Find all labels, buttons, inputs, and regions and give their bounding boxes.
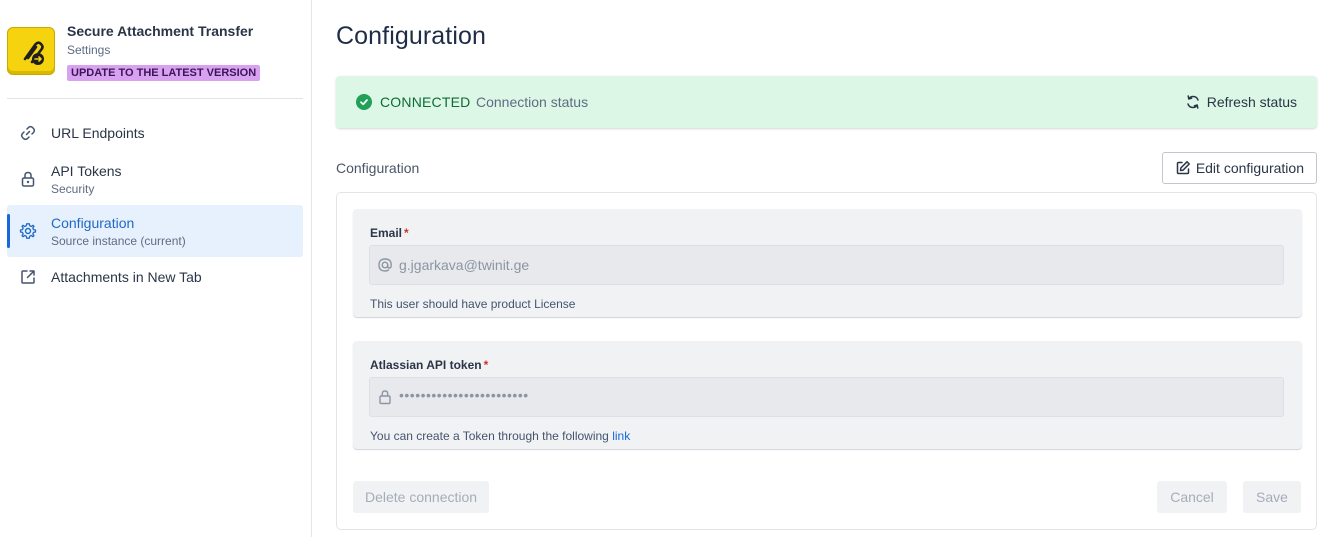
sidebar: Secure Attachment Transfer Settings UPDA…: [0, 0, 312, 537]
edit-configuration-label: Edit configuration: [1195, 160, 1304, 176]
email-field-block: Email * g.jgarkava@twinit.ge This user sh…: [353, 209, 1302, 317]
sidebar-item-label: API Tokens: [51, 163, 122, 179]
connection-status-banner: CONNECTED Connection status Refresh stat…: [336, 76, 1317, 128]
refresh-status-label: Refresh status: [1206, 94, 1297, 110]
attachment-transfer-icon: [7, 27, 55, 75]
token-field-block: Atlassian API token * •••••••••••••••••••…: [353, 341, 1302, 449]
save-button[interactable]: Save: [1243, 481, 1301, 513]
sidebar-item-api-tokens[interactable]: API Tokens Security: [7, 157, 303, 201]
configuration-card: Email * g.jgarkava@twinit.ge This user sh…: [336, 192, 1317, 530]
update-badge[interactable]: UPDATE TO THE LATEST VERSION: [67, 65, 261, 81]
sidebar-item-sublabel: Security: [51, 182, 95, 196]
link-icon: [20, 125, 36, 141]
app-title: Secure Attachment Transfer: [67, 23, 254, 39]
gear-icon: [19, 223, 37, 239]
sidebar-item-sublabel: Source instance (current): [51, 234, 186, 248]
edit-configuration-button[interactable]: Edit configuration: [1161, 152, 1317, 184]
refresh-status-button[interactable]: Refresh status: [1185, 90, 1297, 114]
sidebar-item-attachments-new-tab[interactable]: Attachments in New Tab: [7, 260, 303, 294]
api-token-field[interactable]: ••••••••••••••••••••••••: [369, 377, 1284, 417]
email-value: g.jgarkava@twinit.ge: [399, 257, 530, 273]
page-title: Configuration: [336, 22, 487, 50]
lock-icon: [21, 171, 35, 187]
api-token-value: ••••••••••••••••••••••••: [399, 387, 529, 403]
section-title: Configuration: [336, 160, 420, 176]
refresh-icon: [1186, 95, 1199, 109]
sidebar-item-label: Attachments in New Tab: [51, 269, 202, 285]
sidebar-item-configuration[interactable]: Configuration Source instance (current): [7, 205, 303, 257]
sidebar-item-url-endpoints[interactable]: URL Endpoints: [7, 116, 303, 150]
email-help: This user should have product License: [370, 297, 576, 311]
app-subtitle: Settings: [67, 43, 111, 57]
external-link-icon: [21, 270, 35, 284]
email-label: Email *: [370, 226, 409, 240]
sidebar-divider: [7, 98, 303, 99]
delete-connection-button[interactable]: Delete connection: [353, 481, 490, 513]
token-help-link[interactable]: link: [612, 429, 630, 443]
status-text: Connection status: [476, 94, 589, 110]
sidebar-item-label: Configuration: [51, 215, 135, 231]
check-circle-icon: [356, 94, 372, 110]
lock-icon: [379, 390, 391, 405]
status-state: CONNECTED: [380, 94, 471, 110]
edit-icon: [1176, 161, 1190, 175]
at-sign-icon: [378, 258, 392, 272]
app-header: Secure Attachment Transfer Settings UPDA…: [0, 0, 312, 99]
cancel-button[interactable]: Cancel: [1157, 481, 1227, 513]
token-label: Atlassian API token *: [370, 358, 489, 372]
sidebar-item-label: URL Endpoints: [51, 125, 145, 141]
email-field[interactable]: g.jgarkava@twinit.ge: [369, 245, 1284, 285]
token-help: You can create a Token through the follo…: [370, 429, 631, 443]
